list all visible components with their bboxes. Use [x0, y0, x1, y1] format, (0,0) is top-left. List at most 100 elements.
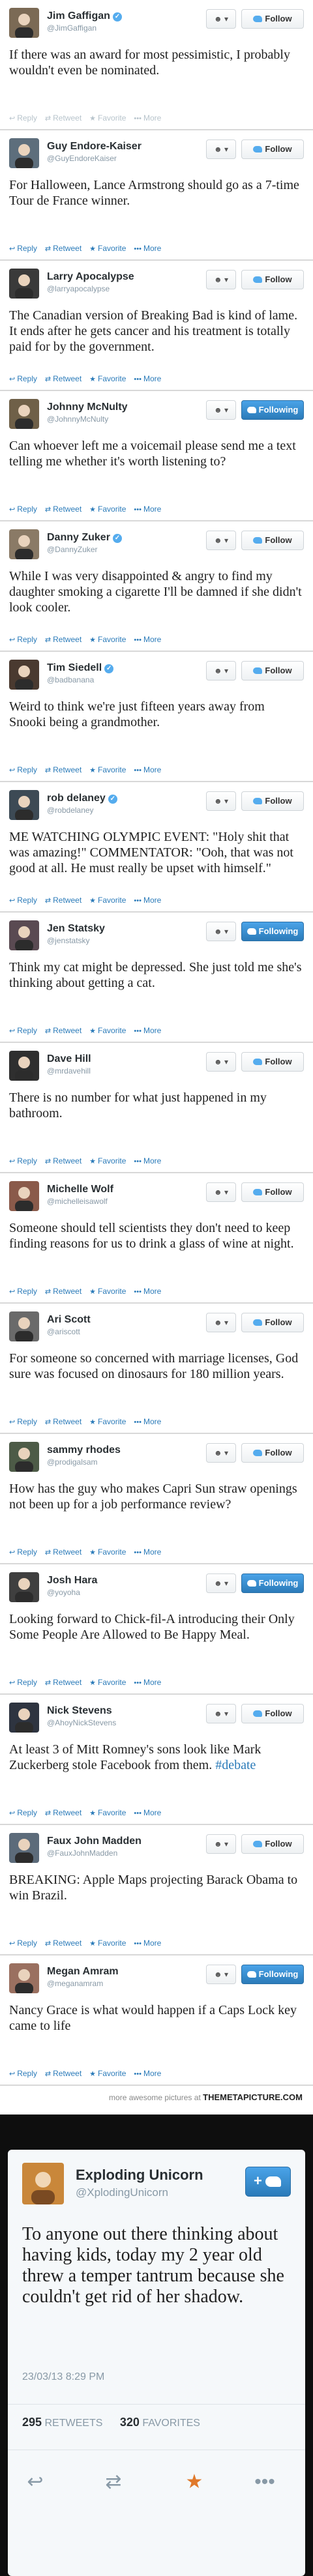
retweet-button[interactable]: ⇄ Retweet	[45, 1026, 82, 1035]
retweet-button[interactable]: ⇄ Retweet	[45, 505, 82, 514]
author-name[interactable]: Exploding Unicorn	[76, 2167, 203, 2184]
author-handle[interactable]: @michelleisawolf	[47, 1197, 203, 1206]
user-actions-dropdown[interactable]: ☻ ▾	[206, 531, 236, 550]
follow-button[interactable]: Follow	[241, 270, 304, 289]
avatar[interactable]	[9, 138, 39, 168]
follow-button[interactable]: Follow	[241, 661, 304, 681]
author-name[interactable]: rob delaney ✓	[47, 793, 203, 804]
author-handle[interactable]: @robdelaney	[47, 806, 203, 815]
retweet-button[interactable]: ⇄ Retweet	[45, 1939, 82, 1948]
author-handle[interactable]: @JohnnyMcNulty	[47, 415, 203, 424]
follow-button[interactable]: Follow	[241, 791, 304, 811]
avatar[interactable]	[9, 269, 39, 299]
follow-button[interactable]: Follow	[241, 1313, 304, 1332]
hashtag-link[interactable]: #debate	[215, 1758, 256, 1772]
retweet-button[interactable]: ⇄ Retweet	[45, 244, 82, 253]
avatar[interactable]	[9, 1833, 39, 1863]
user-actions-dropdown[interactable]: ☻ ▾	[206, 1052, 236, 1072]
user-actions-dropdown[interactable]: ☻ ▾	[206, 1704, 236, 1723]
favorites-stat[interactable]: 320 FAVORITES	[120, 2416, 200, 2429]
follow-button[interactable]: Follow	[241, 1443, 304, 1463]
user-actions-dropdown[interactable]: ☻ ▾	[206, 9, 236, 29]
reply-button[interactable]: ↩ Reply	[9, 1417, 37, 1426]
retweet-button[interactable]: ⇄ Retweet	[45, 1547, 82, 1557]
author-handle[interactable]: @XplodingUnicorn	[76, 2186, 203, 2199]
favorite-button[interactable]: ★ Favorite	[89, 896, 126, 905]
reply-button[interactable]: ↩ Reply	[9, 374, 37, 383]
more-button[interactable]: ••• More	[134, 1939, 161, 1948]
author-name[interactable]: Dave Hill	[47, 1053, 203, 1065]
reply-button[interactable]: ↩ Reply	[9, 1678, 37, 1687]
user-actions-dropdown[interactable]: ☻ ▾	[206, 1182, 236, 1202]
favorite-button[interactable]: ★ Favorite	[89, 765, 126, 774]
author-handle[interactable]: @prodigalsam	[47, 1457, 203, 1467]
avatar[interactable]	[9, 1051, 39, 1081]
avatar[interactable]	[9, 1181, 39, 1211]
follow-button[interactable]: Follow	[241, 1704, 304, 1723]
favorite-button[interactable]: ★ Favorite	[89, 1026, 126, 1035]
retweet-button[interactable]: ⇄ Retweet	[45, 1808, 82, 1817]
more-button[interactable]: ••• More	[134, 1287, 161, 1296]
reply-button[interactable]: ↩ Reply	[9, 1547, 37, 1557]
reply-button[interactable]: ↩ Reply	[9, 1287, 37, 1296]
more-button[interactable]: ••• More	[134, 1678, 161, 1687]
follow-button[interactable]: Following	[241, 400, 304, 420]
more-button[interactable]: ••• More	[134, 505, 161, 514]
author-name[interactable]: Jim Gaffigan ✓	[47, 10, 203, 22]
avatar[interactable]	[9, 1703, 39, 1733]
favorite-button[interactable]: ★ Favorite	[89, 635, 126, 644]
more-button[interactable]: ••• More	[134, 635, 161, 644]
favorite-button[interactable]: ★ Favorite	[89, 113, 126, 123]
reply-button[interactable]: ↩ Reply	[9, 1939, 37, 1948]
retweet-button[interactable]: ⇄ Retweet	[45, 765, 82, 774]
author-handle[interactable]: @mrdavehill	[47, 1066, 203, 1076]
reply-button[interactable]: ↩ Reply	[9, 1156, 37, 1165]
author-name[interactable]: Jen Statsky	[47, 923, 203, 935]
retweet-button[interactable]: ⇄ Retweet	[45, 896, 82, 905]
follow-button[interactable]: Follow	[241, 1052, 304, 1072]
user-actions-dropdown[interactable]: ☻ ▾	[206, 922, 236, 941]
follow-button[interactable]: +	[245, 2167, 291, 2197]
avatar[interactable]	[22, 2163, 64, 2204]
author-handle[interactable]: @yoyoha	[47, 1588, 203, 1597]
more-button[interactable]: ••• More	[134, 113, 161, 123]
reply-button[interactable]: ↩ Reply	[9, 505, 37, 514]
more-button[interactable]: ••• More	[134, 1417, 161, 1426]
author-handle[interactable]: @JimGaffigan	[47, 23, 203, 33]
reply-button[interactable]: ↩ Reply	[9, 1808, 37, 1817]
favorite-button[interactable]: ★ Favorite	[89, 1547, 126, 1557]
reply-button[interactable]: ↩ Reply	[9, 1026, 37, 1035]
retweet-button[interactable]: ⇄ Retweet	[45, 1156, 82, 1165]
avatar[interactable]	[9, 1963, 39, 1993]
reply-button[interactable]: ↩ Reply	[9, 635, 37, 644]
author-name[interactable]: Johnny McNulty	[47, 402, 203, 413]
more-icon[interactable]: •••	[250, 2468, 279, 2496]
author-handle[interactable]: @meganamram	[47, 1979, 203, 1988]
more-button[interactable]: ••• More	[134, 374, 161, 383]
avatar[interactable]	[9, 8, 39, 38]
reply-button[interactable]: ↩ Reply	[9, 113, 37, 123]
retweet-button[interactable]: ⇄ Retweet	[45, 2069, 82, 2078]
more-button[interactable]: ••• More	[134, 1808, 161, 1817]
favorite-button[interactable]: ★ Favorite	[89, 2069, 126, 2078]
follow-button[interactable]: Follow	[241, 9, 304, 29]
reply-button[interactable]: ↩ Reply	[9, 896, 37, 905]
author-handle[interactable]: @DannyZuker	[47, 545, 203, 554]
author-name[interactable]: Guy Endore-Kaiser	[47, 141, 203, 153]
user-actions-dropdown[interactable]: ☻ ▾	[206, 270, 236, 289]
author-name[interactable]: Megan Amram	[47, 1966, 203, 1978]
favorite-button[interactable]: ★ Favorite	[89, 374, 126, 383]
author-name[interactable]: sammy rhodes	[47, 1444, 203, 1456]
retweet-button[interactable]: ⇄ Retweet	[45, 1678, 82, 1687]
author-name[interactable]: Josh Hara	[47, 1575, 203, 1587]
retweet-button[interactable]: ⇄ Retweet	[45, 113, 82, 123]
user-actions-dropdown[interactable]: ☻ ▾	[206, 1443, 236, 1463]
author-handle[interactable]: @jenstatsky	[47, 936, 203, 945]
follow-button[interactable]: Follow	[241, 139, 304, 159]
user-actions-dropdown[interactable]: ☻ ▾	[206, 661, 236, 681]
author-handle[interactable]: @GuyEndoreKaiser	[47, 154, 203, 163]
retweets-stat[interactable]: 295 RETWEETS	[22, 2416, 102, 2429]
author-handle[interactable]: @larryapocalypse	[47, 284, 203, 293]
reply-icon[interactable]: ↩	[21, 2468, 50, 2496]
follow-button[interactable]: Following	[241, 922, 304, 941]
